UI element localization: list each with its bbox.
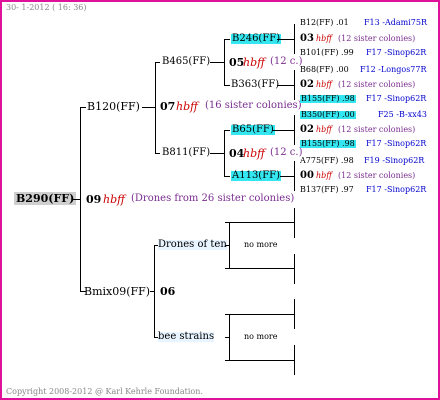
g4-num: 02 (300, 79, 314, 90)
g4-breeder: F17 -Sinop62R (366, 94, 427, 103)
g1-top-hbff: hbff (176, 100, 198, 113)
queen-b811[interactable]: B811(FF) (162, 148, 210, 158)
g2a-hbff: hbff (243, 56, 265, 69)
g4-desc: (12 sister colonies) (338, 125, 416, 134)
drones-of-ten: Drones of ten (158, 239, 227, 250)
connector (229, 268, 294, 269)
g4-num: 03 (300, 33, 314, 44)
connector (294, 70, 295, 100)
connector (277, 39, 294, 40)
connector (294, 345, 295, 375)
g4-hbff: hbff (316, 80, 332, 89)
g1-top-desc: (16 sister colonies) (205, 100, 302, 111)
queen-b65[interactable]: B65(FF) (231, 125, 275, 135)
queen-b363[interactable]: B363(FF) (231, 80, 279, 90)
connector (142, 107, 155, 108)
no-more-label: no more (244, 240, 278, 249)
root-bee[interactable]: B290(FF) (14, 192, 77, 205)
g4-breeder: F17 -Sinop62R (366, 48, 427, 57)
connector (224, 130, 225, 177)
g1-top-num: 07 (160, 100, 176, 113)
g4-queen-line[interactable]: B68(FF) .00 (300, 66, 349, 74)
connector (155, 62, 156, 154)
root-desc: (Drones from 26 sister colonies) (131, 193, 295, 204)
connector (294, 208, 295, 238)
g4-queen-line[interactable]: B155(FF) .98 (300, 95, 356, 103)
g4-queen-line[interactable]: B137(FF) .97 (300, 186, 354, 194)
queen-a113[interactable]: A113(FF) (231, 171, 281, 181)
g4-hbff: hbff (316, 125, 332, 134)
connector (294, 299, 295, 329)
g2a-desc: (12 c.) (270, 56, 303, 67)
g4-hbff: hbff (316, 34, 332, 43)
connector (280, 176, 294, 177)
connector (80, 107, 81, 292)
connector (229, 222, 294, 223)
connector (154, 245, 155, 338)
g4-queen-line[interactable]: B12(FF) .01 (300, 19, 349, 27)
g4-desc: (12 sister colonies) (338, 80, 416, 89)
g1-bottom-num: 06 (160, 285, 176, 298)
connector (229, 360, 294, 361)
g4-queen-line[interactable]: B155(FF) .98 (300, 140, 356, 148)
connector (229, 314, 230, 361)
root-num: 09 (86, 193, 102, 206)
connector (224, 130, 230, 131)
connector (224, 85, 230, 86)
queen-b465[interactable]: B465(FF) (162, 57, 210, 67)
timestamp: 30- 1-2012 ( 16: 36) (6, 3, 87, 12)
g4-queen-line[interactable]: A775(FF) .98 (300, 157, 354, 165)
g4-desc: (12 sister colonies) (338, 34, 416, 43)
connector (210, 62, 224, 63)
copyright: Copyright 2008-2012 @ Karl Kehrle Founda… (6, 387, 203, 396)
queen-bmix09[interactable]: Bmix09(FF) (84, 286, 150, 297)
connector (294, 161, 295, 191)
no-more-label: no more (244, 332, 278, 341)
g4-breeder: F17 -Sinop62R (366, 139, 427, 148)
connector (224, 176, 230, 177)
connector (155, 153, 160, 154)
connector (229, 222, 230, 269)
connector (294, 24, 295, 54)
g4-breeder: F13 -Adami75R (364, 18, 427, 27)
connector (210, 153, 224, 154)
bee-strains: bee strains (158, 331, 215, 342)
g4-desc: (12 sister colonies) (338, 171, 416, 180)
connector (294, 254, 295, 284)
g2b-desc: (12 c.) (270, 147, 303, 158)
connector (224, 39, 225, 86)
root-hbff: hbff (103, 193, 125, 206)
connector (80, 107, 86, 108)
g4-breeder: F17 -Sinop62R (366, 185, 427, 194)
g4-num: 02 (300, 124, 314, 135)
g4-breeder: F12 -Longos77R (360, 65, 427, 74)
g4-queen-line[interactable]: B101(FF) .99 (300, 49, 354, 57)
g4-queen-line[interactable]: B350(FF) .00 (300, 111, 356, 119)
connector (72, 199, 80, 200)
g4-breeder: F19 -Sinop62R (364, 156, 425, 165)
g4-num: 00 (300, 170, 314, 181)
connector (294, 115, 295, 145)
connector (229, 314, 294, 315)
g2b-hbff: hbff (243, 147, 265, 160)
queen-b120[interactable]: B120(FF) (87, 101, 140, 112)
connector (155, 62, 160, 63)
g4-breeder: F25 -B-xx43 (378, 110, 427, 119)
connector (277, 85, 294, 86)
queen-b246[interactable]: B246(FF) (231, 34, 282, 44)
connector (272, 130, 294, 131)
g4-hbff: hbff (316, 171, 332, 180)
connector (224, 39, 230, 40)
